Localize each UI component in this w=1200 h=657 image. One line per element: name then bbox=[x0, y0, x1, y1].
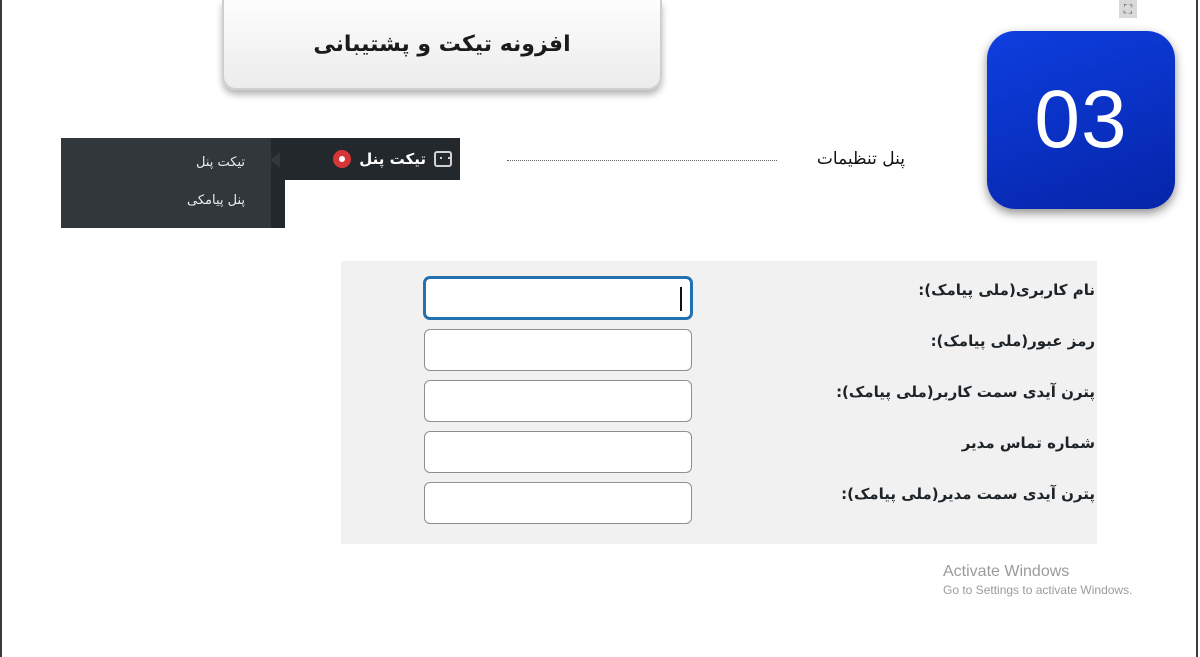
username-label: نام کاربری(ملی پیامک): bbox=[918, 281, 1095, 299]
step-number: 03 bbox=[1034, 74, 1128, 165]
left-frame-border bbox=[0, 0, 2, 657]
callout-leader-line bbox=[507, 160, 777, 161]
admin-phone-label: شماره تماس مدیر bbox=[961, 434, 1095, 452]
notification-dot-icon bbox=[333, 150, 352, 168]
user-pattern-id-input[interactable] bbox=[424, 380, 692, 422]
ticket-icon bbox=[434, 151, 452, 167]
password-input[interactable] bbox=[424, 329, 692, 371]
user-pattern-id-label: پترن آیدی سمت کاربر(ملی پیامک): bbox=[836, 383, 1095, 401]
activate-windows-watermark: Activate Windows Go to Settings to activ… bbox=[943, 563, 1132, 597]
admin-menu-label: تیکت پنل bbox=[359, 150, 426, 168]
right-frame-border bbox=[1196, 0, 1198, 657]
page-title: افزونه تیکت و پشتیبانی bbox=[313, 31, 571, 57]
title-card: افزونه تیکت و پشتیبانی bbox=[222, 0, 662, 90]
submenu-item-sms-panel[interactable]: پنل پیامکی bbox=[61, 190, 285, 212]
admin-menu-item-ticket-panel[interactable]: تیکت پنل bbox=[284, 138, 460, 180]
callout-label: پنل تنظیمات bbox=[816, 149, 905, 169]
admin-pattern-id-label: پترن آیدی سمت مدیر(ملی پیامک): bbox=[841, 485, 1095, 503]
admin-pattern-id-input[interactable] bbox=[424, 482, 692, 524]
expand-icon[interactable]: ⛶ bbox=[1119, 0, 1137, 18]
admin-submenu: تیکت پنل پنل پیامکی bbox=[61, 138, 285, 228]
submenu-item-ticket-panel[interactable]: تیکت پنل bbox=[61, 152, 285, 174]
watermark-title: Activate Windows bbox=[943, 563, 1070, 580]
text-caret bbox=[680, 287, 682, 311]
submenu-arrow-icon bbox=[270, 152, 280, 168]
step-badge: 03 bbox=[987, 31, 1175, 209]
watermark-subtitle: Go to Settings to activate Windows. bbox=[943, 583, 1133, 597]
admin-phone-input[interactable] bbox=[424, 431, 692, 473]
username-input[interactable] bbox=[424, 277, 692, 319]
password-label: رمز عبور(ملی پیامک): bbox=[930, 332, 1095, 350]
